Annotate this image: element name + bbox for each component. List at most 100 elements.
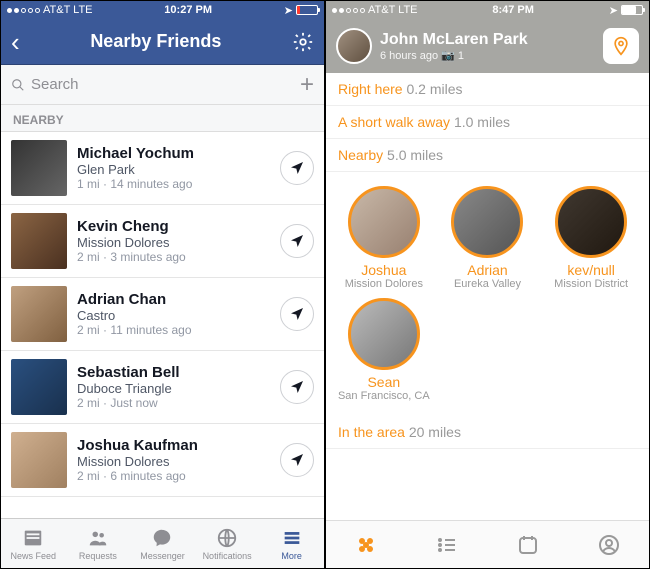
arrow-icon [289, 306, 305, 322]
sw-body[interactable]: Right here 0.2 miles A short walk away 1… [326, 73, 649, 568]
person-card[interactable]: Joshua Mission Dolores [332, 182, 436, 294]
newsfeed-icon [22, 527, 44, 549]
search-bar[interactable]: Search + [1, 65, 324, 105]
tab-swarm[interactable] [326, 521, 407, 568]
ping-button[interactable] [280, 151, 314, 185]
ping-button[interactable] [280, 224, 314, 258]
carrier-label: AT&T LTE [368, 4, 418, 16]
friend-location: Duboce Triangle [77, 381, 270, 396]
carrier-label: AT&T LTE [43, 4, 93, 16]
calendar-icon [516, 533, 540, 557]
person-card[interactable]: Adrian Eureka Valley [436, 182, 540, 294]
friend-row[interactable]: Michael Yochum Glen Park 1 mi · 14 minut… [1, 132, 324, 205]
more-icon [281, 527, 303, 549]
sw-header[interactable]: John McLaren Park 6 hours ago 📷 1 [326, 19, 649, 73]
friend-location: Mission Dolores [77, 454, 270, 469]
checkin-name: John McLaren Park [380, 31, 595, 49]
friend-meta: 2 mi · Just now [77, 396, 270, 410]
tab-notifications[interactable]: Notifications [195, 519, 260, 568]
arrow-icon [289, 379, 305, 395]
sw-screen: AT&T LTE 8:47 PM ➤ John McLaren Park 6 h… [325, 0, 650, 569]
avatar[interactable] [11, 213, 67, 269]
list-icon [435, 533, 459, 557]
person-avatar[interactable] [451, 186, 523, 258]
status-bar: AT&T LTE 10:27 PM ➤ [1, 1, 324, 19]
people-grid: Joshua Mission Dolores Adrian Eureka Val… [326, 172, 649, 416]
status-time: 10:27 PM [93, 4, 284, 16]
person-avatar[interactable] [348, 298, 420, 370]
avatar[interactable] [11, 140, 67, 196]
friend-name: Michael Yochum [77, 145, 270, 162]
header-avatar[interactable] [336, 28, 372, 64]
page-title: Nearby Friends [20, 31, 292, 52]
ping-button[interactable] [280, 370, 314, 404]
sw-tab-bar [326, 520, 649, 568]
arrow-icon [289, 452, 305, 468]
battery-icon [621, 5, 643, 15]
distance-header[interactable]: Nearby 5.0 miles [326, 139, 649, 172]
friend-row[interactable]: Joshua Kaufman Mission Dolores 2 mi · 6 … [1, 424, 324, 497]
distance-header[interactable]: Right here 0.2 miles [326, 73, 649, 106]
fb-screen: AT&T LTE 10:27 PM ➤ ‹ Nearby Friends Sea… [0, 0, 325, 569]
friend-row[interactable]: Sebastian Bell Duboce Triangle 2 mi · Ju… [1, 351, 324, 424]
person-card[interactable]: kev/null Mission District [539, 182, 643, 294]
tab-more[interactable]: More [259, 519, 324, 568]
person-location: Eureka Valley [454, 278, 521, 290]
friend-name: Sebastian Bell [77, 364, 270, 381]
swarm-icon [354, 533, 378, 557]
back-button[interactable]: ‹ [11, 29, 20, 55]
avatar[interactable] [11, 432, 67, 488]
person-location: San Francisco, CA [338, 390, 430, 402]
tab-profile[interactable] [568, 521, 649, 568]
friend-row[interactable]: Adrian Chan Castro 2 mi · 11 minutes ago [1, 278, 324, 351]
friends-list[interactable]: Michael Yochum Glen Park 1 mi · 14 minut… [1, 132, 324, 568]
section-header: NEARBY [1, 105, 324, 132]
settings-button[interactable] [292, 31, 314, 53]
search-placeholder: Search [31, 76, 79, 93]
tab-requests[interactable]: Requests [66, 519, 131, 568]
person-name: Joshua [361, 262, 406, 278]
messenger-icon [151, 527, 173, 549]
ping-button[interactable] [280, 443, 314, 477]
distance-header[interactable]: In the area 20 miles [326, 416, 649, 449]
person-avatar[interactable] [348, 186, 420, 258]
tab-bar: News Feed Requests Messenger Notificatio… [1, 518, 324, 568]
person-avatar[interactable] [555, 186, 627, 258]
friend-name: Kevin Cheng [77, 218, 270, 235]
add-button[interactable]: + [300, 71, 314, 99]
checkin-meta: 6 hours ago 📷 1 [380, 49, 595, 62]
avatar[interactable] [11, 286, 67, 342]
friend-location: Mission Dolores [77, 235, 270, 250]
profile-icon [597, 533, 621, 557]
friend-meta: 1 mi · 14 minutes ago [77, 177, 270, 191]
friend-row[interactable]: Kevin Cheng Mission Dolores 2 mi · 3 min… [1, 205, 324, 278]
badge-button[interactable] [603, 28, 639, 64]
friend-name: Adrian Chan [77, 291, 270, 308]
person-location: Mission Dolores [345, 278, 423, 290]
person-name: Sean [367, 374, 400, 390]
requests-icon [87, 527, 109, 549]
tab-plans[interactable] [488, 521, 569, 568]
friend-name: Joshua Kaufman [77, 437, 270, 454]
search-icon [11, 78, 25, 92]
status-time: 8:47 PM [418, 4, 609, 16]
person-name: Adrian [467, 262, 507, 278]
tab-messenger[interactable]: Messenger [130, 519, 195, 568]
avatar[interactable] [11, 359, 67, 415]
location-icon: ➤ [609, 4, 618, 17]
friend-meta: 2 mi · 11 minutes ago [77, 323, 270, 337]
tab-activity[interactable] [407, 521, 488, 568]
arrow-icon [289, 160, 305, 176]
person-card[interactable]: Sean San Francisco, CA [332, 294, 436, 406]
status-bar: AT&T LTE 8:47 PM ➤ [326, 1, 649, 19]
pin-icon [611, 36, 631, 56]
ping-button[interactable] [280, 297, 314, 331]
person-name: kev/null [567, 262, 614, 278]
friend-location: Castro [77, 308, 270, 323]
arrow-icon [289, 233, 305, 249]
fb-header: ‹ Nearby Friends [1, 19, 324, 65]
friend-location: Glen Park [77, 162, 270, 177]
globe-icon [216, 527, 238, 549]
distance-header[interactable]: A short walk away 1.0 miles [326, 106, 649, 139]
tab-newsfeed[interactable]: News Feed [1, 519, 66, 568]
